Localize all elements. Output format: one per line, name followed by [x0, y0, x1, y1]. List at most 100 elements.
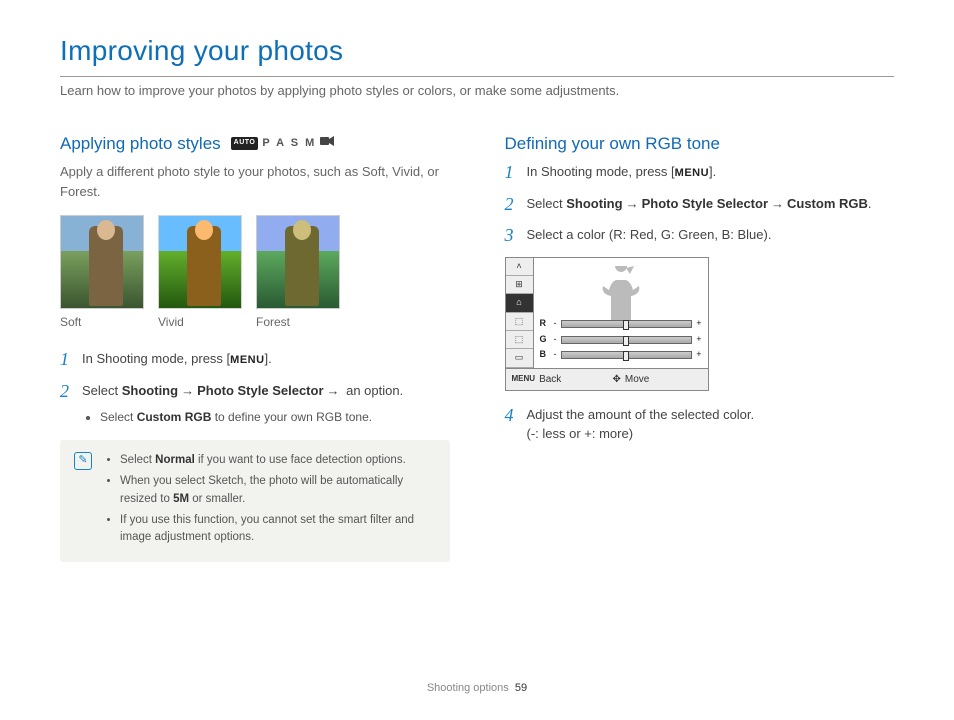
step-body: Adjust the amount of the selected color.… — [527, 405, 895, 444]
right-step-2: 2 Select Shooting→Photo Style Selector→C… — [505, 194, 895, 216]
footer-section: Shooting options — [427, 682, 509, 694]
left-step-1: 1 In Shooting mode, press [MENU]. — [60, 349, 450, 371]
auto-mode-icon: AUTO — [231, 137, 259, 150]
rgb-diagram-top: ˄ ⊞ ⌂ ⬚ ⬚ ▭ R - — [506, 258, 708, 368]
text: Select — [82, 383, 122, 398]
arrow-icon: → — [768, 196, 787, 211]
menu-path-shooting: Shooting — [566, 196, 622, 211]
arrow-icon: → — [178, 383, 197, 398]
diagram-icon-off2: ⬚ — [506, 331, 533, 349]
movie-mode-icon — [320, 135, 334, 152]
thumb-vivid-image — [158, 215, 242, 309]
text: In Shooting mode, press [ — [527, 164, 675, 179]
step-number: 1 — [60, 349, 74, 371]
text: When you select Sketch, the photo will b… — [120, 475, 403, 504]
slider-label-r: R — [540, 317, 550, 331]
step-number: 4 — [505, 405, 519, 427]
rgb-diagram-footer: MENU Back ✥ Move — [506, 368, 708, 390]
page-footer: Shooting options 59 — [0, 680, 954, 697]
right-step-1: 1 In Shooting mode, press [MENU]. — [505, 162, 895, 184]
thumb-soft: Soft — [60, 215, 144, 331]
section-heading-rgb: Defining your own RGB tone — [505, 131, 895, 157]
minus-icon: - — [554, 333, 557, 347]
diagram-move-cell: ✥ Move — [607, 369, 708, 390]
text: Select — [120, 454, 155, 466]
sub-bullets: Select Custom RGB to define your own RGB… — [100, 408, 450, 426]
right-step-4: 4 Adjust the amount of the selected colo… — [505, 405, 895, 444]
text: Adjust the amount of the selected color. — [527, 407, 755, 422]
slider-row-r: R - + — [540, 317, 702, 331]
menu-button-label: MENU — [230, 354, 264, 366]
person-silhouette-icon — [596, 266, 646, 320]
section-heading-styles: Applying photo styles AUTO P A S M — [60, 131, 450, 157]
slider-label-b: B — [540, 348, 550, 362]
thumb-forest-image — [256, 215, 340, 309]
step-body: Select Shooting→Photo Style Selector→ an… — [82, 381, 450, 427]
menu-path-custom-rgb: Custom RGB — [787, 196, 868, 211]
diagram-icon-up: ˄ — [506, 258, 533, 276]
step-number: 3 — [505, 225, 519, 247]
note-item-smartfilter: If you use this function, you cannot set… — [120, 512, 436, 547]
styles-description: Apply a different photo style to your ph… — [60, 162, 450, 201]
step-body: In Shooting mode, press [MENU]. — [82, 349, 450, 369]
diagram-back-cell: MENU Back — [506, 369, 607, 390]
pasm-modes: P A S M — [262, 135, 316, 152]
text: Select — [100, 410, 137, 424]
sub-bullet-custom-rgb: Select Custom RGB to define your own RGB… — [100, 408, 450, 426]
diagram-icon-off1: ⬚ — [506, 313, 533, 331]
note-item-sketch: When you select Sketch, the photo will b… — [120, 473, 436, 508]
rgb-sliders: R - + G - + B - — [540, 317, 702, 364]
slider-row-g: G - + — [540, 333, 702, 347]
diagram-icon-bottom: ▭ — [506, 349, 533, 367]
rgb-icon-column: ˄ ⊞ ⌂ ⬚ ⬚ ▭ — [506, 258, 534, 368]
right-steps: 1 In Shooting mode, press [MENU]. 2 Sele… — [505, 162, 895, 247]
left-column: Applying photo styles AUTO P A S M Apply… — [60, 131, 450, 563]
mode-icons-group: AUTO P A S M — [231, 135, 335, 152]
diagram-icon-home-selected: ⌂ — [506, 294, 533, 312]
style-thumbnails: Soft Vivid Forest — [60, 215, 450, 331]
rgb-diagram: ˄ ⊞ ⌂ ⬚ ⬚ ▭ R - — [505, 257, 709, 391]
left-step-2: 2 Select Shooting→Photo Style Selector→ … — [60, 381, 450, 427]
thumb-vivid: Vivid — [158, 215, 242, 331]
text: (-: less or +: more) — [527, 426, 634, 441]
text: an option. — [343, 383, 404, 398]
note-info-icon: ✎ — [74, 452, 92, 470]
menu-button-label: MENU — [675, 167, 709, 179]
thumb-soft-image — [60, 215, 144, 309]
slider-label-g: G — [540, 333, 550, 347]
step-body: Select Shooting→Photo Style Selector→Cus… — [527, 194, 895, 214]
text: ]. — [265, 351, 272, 366]
step-number: 2 — [60, 381, 74, 403]
page-title: Improving your photos — [60, 30, 894, 77]
menu-path-shooting: Shooting — [122, 383, 178, 398]
menu-path-selector: Photo Style Selector — [642, 196, 768, 211]
thumb-vivid-label: Vivid — [158, 313, 242, 331]
rgb-canvas: R - + G - + B - — [534, 258, 708, 368]
normal-label: Normal — [155, 454, 195, 466]
menu-icon-tiny: MENU — [512, 373, 536, 385]
diagram-icon-plus: ⊞ — [506, 276, 533, 294]
page-intro: Learn how to improve your photos by appl… — [60, 81, 894, 101]
slider-track-g — [561, 336, 693, 344]
step-body: Select a color (R: Red, G: Green, B: Blu… — [527, 225, 895, 245]
plus-icon: + — [696, 348, 701, 362]
arrow-icon: → — [324, 383, 343, 398]
plus-icon: + — [696, 333, 701, 347]
slider-track-b — [561, 351, 693, 359]
slider-track-r — [561, 320, 693, 328]
move-label: Move — [625, 372, 649, 387]
content-columns: Applying photo styles AUTO P A S M Apply… — [60, 131, 894, 563]
step-body: In Shooting mode, press [MENU]. — [527, 162, 895, 182]
footer-page-number: 59 — [515, 682, 527, 694]
right-steps-cont: 4 Adjust the amount of the selected colo… — [505, 405, 895, 444]
thumb-soft-label: Soft — [60, 313, 144, 331]
right-step-3: 3 Select a color (R: Red, G: Green, B: B… — [505, 225, 895, 247]
text: Select — [527, 196, 567, 211]
back-label: Back — [539, 372, 561, 387]
five-mp-icon: 5M — [173, 493, 189, 505]
note-box: ✎ Select Normal if you want to use face … — [60, 440, 450, 562]
note-list: Select Normal if you want to use face de… — [120, 452, 436, 550]
text: In Shooting mode, press [ — [82, 351, 230, 366]
dpad-icon: ✥ — [613, 372, 621, 387]
thumb-forest-label: Forest — [256, 313, 340, 331]
